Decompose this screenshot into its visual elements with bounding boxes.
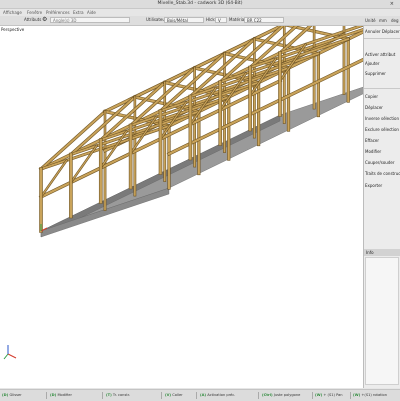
add-button[interactable]: Ajouter <box>364 60 400 67</box>
view-mode-label: Perspective <box>1 27 25 32</box>
invert-selection-button[interactable]: Inverse sélection <box>364 115 400 122</box>
axis-y-icon <box>3 353 9 360</box>
copy-button[interactable]: Copier <box>364 93 400 100</box>
right-command-panel: Annuler Déplacer Activer attribut Ajoute… <box>364 26 400 388</box>
menu-fenetre[interactable]: Fenêtre <box>27 10 42 15</box>
mark-label: Hlck <box>206 17 215 22</box>
cut-weld-button[interactable]: Couper/souder <box>364 159 400 166</box>
divider <box>196 392 197 399</box>
timber-rafter <box>39 110 107 171</box>
unit-deg[interactable]: deg <box>391 18 399 23</box>
hint-prev-activation: (A) Activation préc. <box>200 393 236 397</box>
hint-pan: (W) + (S1) Pan <box>315 393 343 397</box>
divider <box>102 392 103 399</box>
status-bar: (D) Glisser (D) Modifier (T) Tr. constr.… <box>0 389 400 401</box>
menu-aide[interactable]: Aide <box>87 10 96 15</box>
menu-preferences[interactable]: Préférences <box>46 10 70 15</box>
unit-bar: Unité mm deg <box>364 17 400 25</box>
construction-lines-button[interactable]: Traits de construction <box>364 170 400 177</box>
hint-paste: (V) Coller <box>165 393 183 397</box>
attribute-field[interactable]: Angle(s) 3D <box>50 17 130 23</box>
menu-extra[interactable]: Extra <box>73 10 84 15</box>
hint-polygon: (Ctrl) Juste polygone <box>262 393 301 397</box>
delete-button[interactable]: Supprimer <box>364 70 400 77</box>
material-field[interactable]: BR C22 <box>244 17 284 23</box>
attribute-label: Attributs <box>24 17 42 22</box>
menu-bar: Affichage Fenêtre Préférences Extra Aide <box>0 9 400 16</box>
exclude-selection-button[interactable]: Exclure sélection <box>364 126 400 133</box>
mark-field[interactable]: V <box>215 17 227 23</box>
unit-mm[interactable]: mm <box>379 18 387 23</box>
divider <box>364 88 400 89</box>
divider <box>258 392 259 399</box>
export-button[interactable]: Exporter <box>364 182 400 189</box>
activate-attribute-button[interactable]: Activer attribut <box>364 51 400 58</box>
hint-rotation: (W) +(S1) rotation <box>353 393 388 397</box>
divider <box>350 392 351 399</box>
hint-drag: (D) Glisser <box>2 393 22 397</box>
toolbar: Attributs ⚙ Angle(s) 3D Utilisateur Bois… <box>0 16 400 26</box>
divider <box>312 392 313 399</box>
modify-button[interactable]: Modifier <box>364 148 400 155</box>
divider <box>161 392 162 399</box>
unit-label: Unité <box>365 18 376 23</box>
3d-viewport[interactable]: Perspective <box>0 26 364 388</box>
axis-x-icon <box>7 353 17 359</box>
info-panel <box>365 257 399 385</box>
hint-modify: (D) Modifier <box>50 393 72 397</box>
divider <box>46 392 47 399</box>
erase-button[interactable]: Effacer <box>364 137 400 144</box>
timber-rafter <box>69 95 137 156</box>
timber-frame-model <box>3 26 363 360</box>
menu-affichage[interactable]: Affichage <box>3 10 22 15</box>
gear-icon[interactable]: ⚙ <box>42 17 47 23</box>
divider <box>364 38 400 39</box>
window-title: Mivelle_Stab.3d - cadwork 3D (64-Bit) <box>157 1 243 6</box>
hint-constr-line: (T) Tr. constr. <box>106 393 131 397</box>
close-icon[interactable]: × <box>390 1 394 7</box>
undo-move-button[interactable]: Annuler Déplacer <box>364 28 400 35</box>
move-button[interactable]: Déplacer <box>364 104 400 111</box>
user-field[interactable]: Bois/Métal <box>164 17 204 23</box>
title-bar: Mivelle_Stab.3d - cadwork 3D (64-Bit) × <box>0 0 400 9</box>
info-tab[interactable]: Info <box>364 249 400 256</box>
